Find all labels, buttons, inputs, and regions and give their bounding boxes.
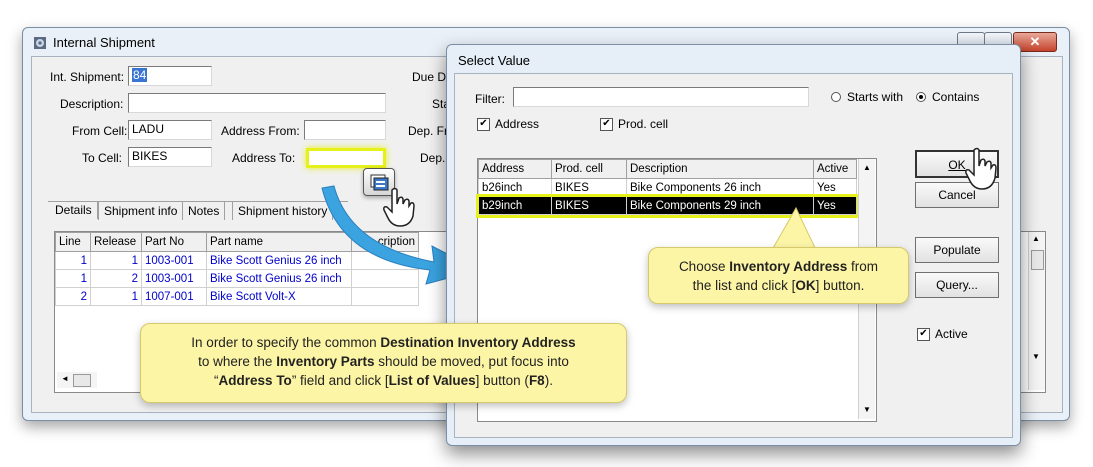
int-shipment-field[interactable]: 84	[128, 66, 212, 86]
tip-bold: Inventory Parts	[276, 354, 375, 369]
tab-details[interactable]: Details	[50, 201, 98, 219]
tip-text: ” field and click [	[291, 373, 389, 388]
cell-description: Bike Components 26 inch	[626, 178, 814, 197]
int-shipment-value: 84	[132, 68, 148, 82]
col-part-no[interactable]: Part No	[141, 232, 207, 252]
cell-part-name: Bike Scott Volt-X	[206, 287, 352, 306]
cell-address: b29inch	[478, 196, 552, 215]
col-release[interactable]: Release	[90, 232, 142, 252]
radio-dot	[919, 95, 923, 99]
cell-active: Yes	[813, 178, 857, 197]
tab-shipment-info[interactable]: Shipment info	[98, 201, 184, 220]
main-tip-callout: In order to specify the common Destinati…	[140, 323, 627, 403]
tip-text: In order to specify the common	[191, 335, 381, 350]
col-address[interactable]: Address	[478, 159, 552, 179]
tip-text: Choose	[678, 259, 730, 274]
description-label: Description:	[60, 97, 124, 111]
tip-text: should be moved, put focus into	[374, 354, 569, 369]
col-active[interactable]: Active	[813, 159, 857, 179]
cell-description	[351, 287, 419, 306]
main-tip-line1: In order to specify the common Destinati…	[141, 333, 626, 352]
contains-radio[interactable]	[916, 92, 926, 102]
prod-cell-checkbox[interactable]: ✔	[600, 118, 613, 131]
tip-text: ] button (	[475, 373, 529, 388]
address-to-label: Address To:	[232, 151, 296, 165]
dialog-tip-callout: Choose Inventory Address from the list a…	[648, 247, 909, 304]
contains-label: Contains	[932, 90, 980, 104]
cell-release: 1	[90, 251, 142, 270]
cell-part-no: 1003-001	[141, 269, 207, 288]
cell-line: 1	[55, 269, 91, 288]
tip-bold: List of Values	[388, 373, 476, 388]
filter-input[interactable]	[513, 87, 809, 107]
description-field[interactable]	[128, 93, 386, 113]
query-button[interactable]: Query...	[915, 272, 999, 298]
tip-text: from	[847, 259, 879, 274]
scroll-up-icon[interactable]: ▲	[863, 163, 871, 172]
to-cell-field[interactable]: BIKES	[128, 147, 212, 167]
tip-bold: Destination Inventory Address	[380, 335, 576, 350]
prod-cell-check-label: Prod. cell	[618, 117, 669, 131]
dialog-tip-line1: Choose Inventory Address from	[649, 257, 908, 276]
col-line[interactable]: Line	[55, 232, 91, 252]
grid-horizontal-scrollbar[interactable]: ◄	[57, 372, 97, 388]
tip-text: ).	[544, 373, 553, 388]
tip-bold: F8	[528, 373, 545, 388]
cell-line: 2	[55, 287, 91, 306]
cell-release: 2	[90, 269, 142, 288]
value-row[interactable]: b26inch BIKES Bike Components 26 inch Ye…	[478, 178, 857, 197]
tip-bold: Inventory Address	[729, 259, 848, 274]
starts-with-radio[interactable]	[831, 92, 841, 102]
tip-text: the list and click [	[692, 278, 796, 293]
table-row[interactable]: 2 1 1007-001 Bike Scott Volt-X	[55, 287, 419, 306]
cell-part-no: 1003-001	[141, 251, 207, 270]
tip-bold: OK	[795, 278, 816, 293]
cell-prod-cell: BIKES	[551, 178, 627, 197]
hand-cursor-icon	[965, 147, 997, 190]
col-prod-cell[interactable]: Prod. cell	[551, 159, 627, 179]
to-cell-label: To Cell:	[82, 151, 123, 165]
filter-label: Filter:	[475, 92, 505, 106]
callout-pointer	[771, 206, 817, 251]
tab-notes[interactable]: Notes	[182, 201, 226, 220]
address-checkbox[interactable]: ✔	[477, 118, 490, 131]
from-cell-label: From Cell:	[72, 124, 128, 138]
app-icon	[33, 36, 47, 50]
hscroll-thumb[interactable]	[73, 374, 91, 387]
cell-line: 1	[55, 251, 91, 270]
tip-text: ] button.	[815, 278, 865, 293]
scroll-down-icon[interactable]: ▼	[863, 405, 871, 414]
dialog-title: Select Value	[458, 53, 531, 68]
cell-prod-cell: BIKES	[551, 196, 627, 215]
int-shipment-label: Int. Shipment:	[50, 70, 125, 84]
cell-address: b26inch	[478, 178, 552, 197]
active-checkbox[interactable]: ✔	[917, 328, 930, 341]
address-from-label: Address From:	[221, 124, 300, 138]
window-title: Internal Shipment	[53, 35, 155, 50]
col-description[interactable]: Description	[626, 159, 814, 179]
tip-bold: Address To	[218, 373, 292, 388]
address-to-field[interactable]	[306, 148, 386, 168]
main-tip-line3: “Address To” field and click [List of Va…	[141, 371, 626, 390]
address-check-label: Address	[495, 117, 540, 131]
address-from-field[interactable]	[304, 120, 386, 140]
dialog-tip-line2: the list and click [OK] button.	[649, 276, 908, 295]
scroll-thumb[interactable]	[1031, 250, 1044, 270]
active-check-label: Active	[935, 327, 968, 341]
value-list-header-row: Address Prod. cell Description Active	[478, 159, 857, 179]
tip-text: to where the	[198, 354, 277, 369]
grid-vertical-scrollbar[interactable]: ▲ ▼	[1028, 232, 1045, 390]
scroll-up-icon[interactable]: ▲	[1032, 234, 1040, 243]
scroll-left-icon[interactable]: ◄	[61, 374, 69, 383]
main-tip-line2: to where the Inventory Parts should be m…	[141, 352, 626, 371]
scroll-down-icon[interactable]: ▼	[1032, 352, 1040, 361]
from-cell-field[interactable]: LADU	[128, 120, 212, 140]
populate-button[interactable]: Populate	[915, 237, 999, 263]
cell-part-no: 1007-001	[141, 287, 207, 306]
starts-with-label: Starts with	[847, 90, 904, 104]
cell-release: 1	[90, 287, 142, 306]
